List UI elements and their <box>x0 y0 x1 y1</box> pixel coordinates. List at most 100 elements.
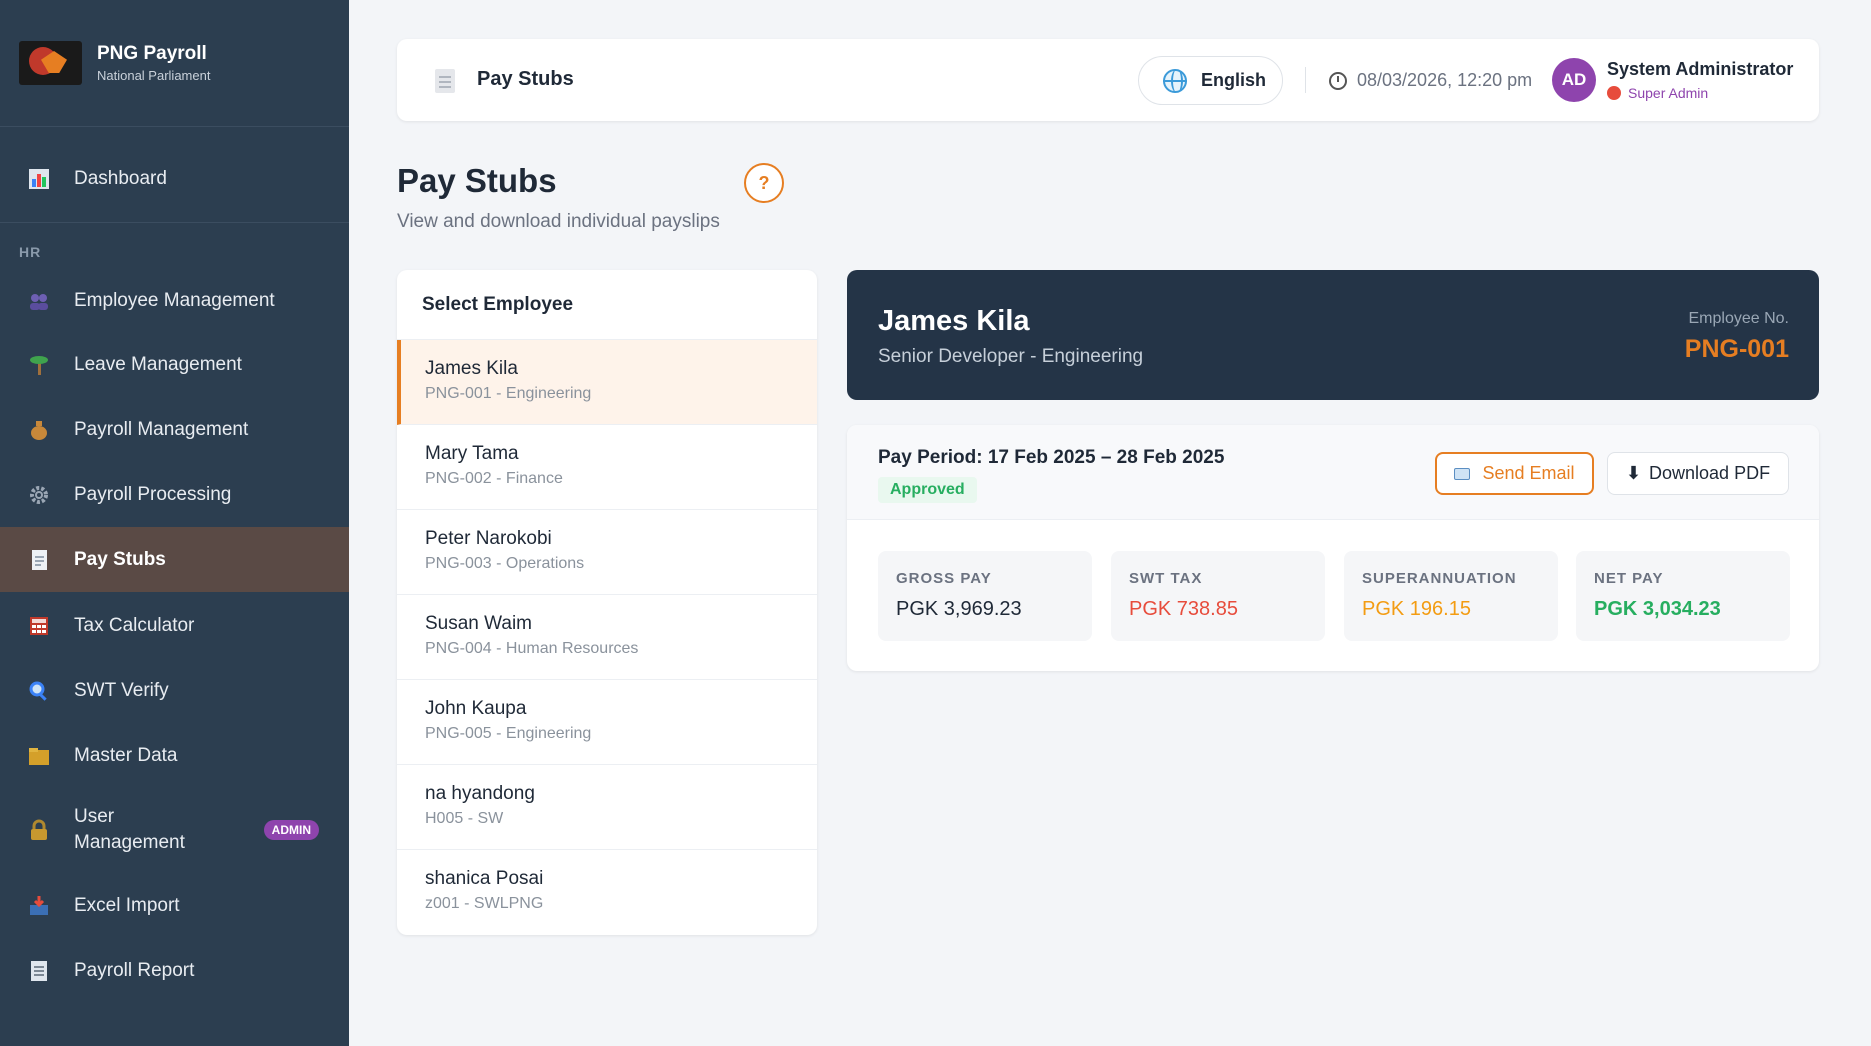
magnifier-icon <box>26 679 51 704</box>
employee-subtitle: PNG-003 - Operations <box>425 555 585 572</box>
folder-icon <box>26 744 51 769</box>
stat-value: PGK 196.15 <box>1362 598 1471 620</box>
bar-chart-icon <box>26 167 51 192</box>
list-item[interactable]: Peter Narokobi PNG-003 - Operations <box>397 510 817 595</box>
list-item[interactable]: John Kaupa PNG-005 - Engineering <box>397 680 817 765</box>
send-email-label: Send Email <box>1482 463 1575 483</box>
sidebar-item-payroll-report[interactable]: Payroll Report <box>0 945 349 997</box>
sidebar-item-label: Leave Management <box>74 354 242 375</box>
language-label: English <box>1201 70 1267 90</box>
envelope-icon <box>1454 467 1471 480</box>
employee-subtitle: PNG-005 - Engineering <box>425 725 592 742</box>
sidebar-item-payroll-management[interactable]: Payroll Management <box>0 404 349 456</box>
employee-subtitle: H005 - SW <box>425 810 504 827</box>
stat-value: PGK 738.85 <box>1129 598 1238 620</box>
employee-detail-header: James Kila Senior Developer - Engineerin… <box>847 270 1819 400</box>
org-name: National Parliament <box>97 68 211 83</box>
calculator-icon <box>26 614 51 639</box>
download-pdf-label: Download PDF <box>1649 463 1771 483</box>
document-icon <box>435 69 455 93</box>
sidebar-item-payroll-processing[interactable]: Payroll Processing <box>0 469 349 521</box>
language-selector[interactable]: English <box>1138 56 1283 105</box>
current-datetime: 08/03/2026, 12:20 pm <box>1357 70 1533 90</box>
sidebar-item-label: Dashboard <box>74 168 167 189</box>
admin-badge: ADMIN <box>263 820 319 840</box>
employee-name: Susan Waim <box>425 613 532 634</box>
status-badge: Approved <box>878 477 977 503</box>
sidebar-item-label: Employee Management <box>74 290 275 311</box>
employee-name: James Kila <box>425 358 518 379</box>
list-item[interactable]: shanica Posai z001 - SWLPNG <box>397 850 817 935</box>
sidebar-item-swt-verify[interactable]: SWT Verify <box>0 665 349 717</box>
stat-gross-pay: GROSS PAY PGK 3,969.23 <box>878 551 1092 641</box>
nav-section-hr: HR <box>19 244 42 260</box>
employee-subtitle: PNG-002 - Finance <box>425 470 563 487</box>
sidebar-item-employee-management[interactable]: Employee Management <box>0 275 349 327</box>
money-bag-icon <box>26 418 51 443</box>
sidebar-item-excel-import[interactable]: Excel Import <box>0 880 349 932</box>
sidebar-item-dashboard[interactable]: Dashboard <box>0 153 349 205</box>
list-item[interactable]: na hyandong H005 - SW <box>397 765 817 850</box>
employee-list-heading: Select Employee <box>397 270 817 340</box>
stat-value: PGK 3,034.23 <box>1594 598 1721 620</box>
page-subtitle: View and download individual payslips <box>397 211 720 232</box>
download-arrow-icon: ⬇ <box>1625 463 1642 483</box>
sidebar-item-label: Tax Calculator <box>74 615 195 636</box>
sidebar-item-label: Pay Stubs <box>74 548 166 570</box>
user-role-label: Super Admin <box>1628 85 1709 101</box>
payslip-header: Pay Period: 17 Feb 2025 – 28 Feb 2025 Ap… <box>847 425 1819 520</box>
list-item[interactable]: James Kila PNG-001 - Engineering <box>397 340 817 425</box>
red-circle-icon <box>1607 86 1621 100</box>
report-icon <box>26 959 51 984</box>
employee-number: PNG-001 <box>1684 335 1789 363</box>
list-item[interactable]: Mary Tama PNG-002 - Finance <box>397 425 817 510</box>
app-name: PNG Payroll <box>97 43 207 64</box>
people-icon <box>26 289 51 314</box>
sidebar-item-user-management[interactable]: User Management ADMIN <box>0 802 349 858</box>
download-pdf-button[interactable]: ⬇ Download PDF <box>1607 452 1789 495</box>
palm-tree-icon <box>26 353 51 378</box>
topbar: Pay Stubs English 08/03/2026, 12:20 pm A… <box>397 39 1819 121</box>
employee-subtitle: PNG-004 - Human Resources <box>425 640 639 657</box>
png-emblem-logo <box>19 41 82 85</box>
page-title: Pay Stubs <box>397 162 557 199</box>
send-email-button[interactable]: Send Email <box>1435 452 1594 495</box>
avatar[interactable]: AD <box>1552 58 1596 102</box>
employee-subtitle: z001 - SWLPNG <box>425 895 544 912</box>
employee-name: Peter Narokobi <box>425 528 552 549</box>
divider <box>0 222 349 223</box>
stat-swt-tax: SWT TAX PGK 738.85 <box>1111 551 1325 641</box>
sidebar-item-label: Payroll Processing <box>74 484 232 505</box>
sidebar-item-label: User Management <box>74 806 185 853</box>
stat-label: SWT TAX <box>1129 570 1203 587</box>
employee-list-panel: Select Employee James Kila PNG-001 - Eng… <box>397 270 817 935</box>
employee-number-label: Employee No. <box>1688 310 1790 327</box>
stat-label: NET PAY <box>1594 570 1664 587</box>
sidebar: PNG Payroll National Parliament Dashboar… <box>0 0 349 1046</box>
sidebar-item-tax-calculator[interactable]: Tax Calculator <box>0 600 349 652</box>
sidebar-item-label: SWT Verify <box>74 680 169 701</box>
clock-icon <box>1329 72 1347 90</box>
sidebar-item-label: Excel Import <box>74 895 180 916</box>
sidebar-item-label: Payroll Management <box>74 419 249 440</box>
sidebar-item-master-data[interactable]: Master Data <box>0 730 349 782</box>
breadcrumb: Pay Stubs <box>477 68 574 90</box>
user-name: System Administrator <box>1607 59 1794 79</box>
stat-value: PGK 3,969.23 <box>896 598 1022 620</box>
stat-label: GROSS PAY <box>896 570 992 587</box>
lock-icon <box>26 818 51 843</box>
list-item[interactable]: Susan Waim PNG-004 - Human Resources <box>397 595 817 680</box>
payslip-card: Pay Period: 17 Feb 2025 – 28 Feb 2025 Ap… <box>847 425 1819 671</box>
user-role: Super Admin <box>1607 85 1708 101</box>
employee-detail-role: Senior Developer - Engineering <box>878 346 1144 367</box>
sidebar-item-pay-stubs[interactable]: Pay Stubs <box>0 527 349 592</box>
brand[interactable]: PNG Payroll National Parliament <box>0 0 349 127</box>
sidebar-item-leave-management[interactable]: Leave Management <box>0 339 349 391</box>
sidebar-item-label: Master Data <box>74 745 178 766</box>
stat-label: SUPERANNUATION <box>1362 570 1517 587</box>
inbox-icon <box>26 894 51 919</box>
employee-name: John Kaupa <box>425 698 527 719</box>
help-button[interactable]: ? <box>744 163 784 203</box>
globe-icon <box>1163 68 1187 93</box>
employee-detail-name: James Kila <box>878 305 1030 337</box>
